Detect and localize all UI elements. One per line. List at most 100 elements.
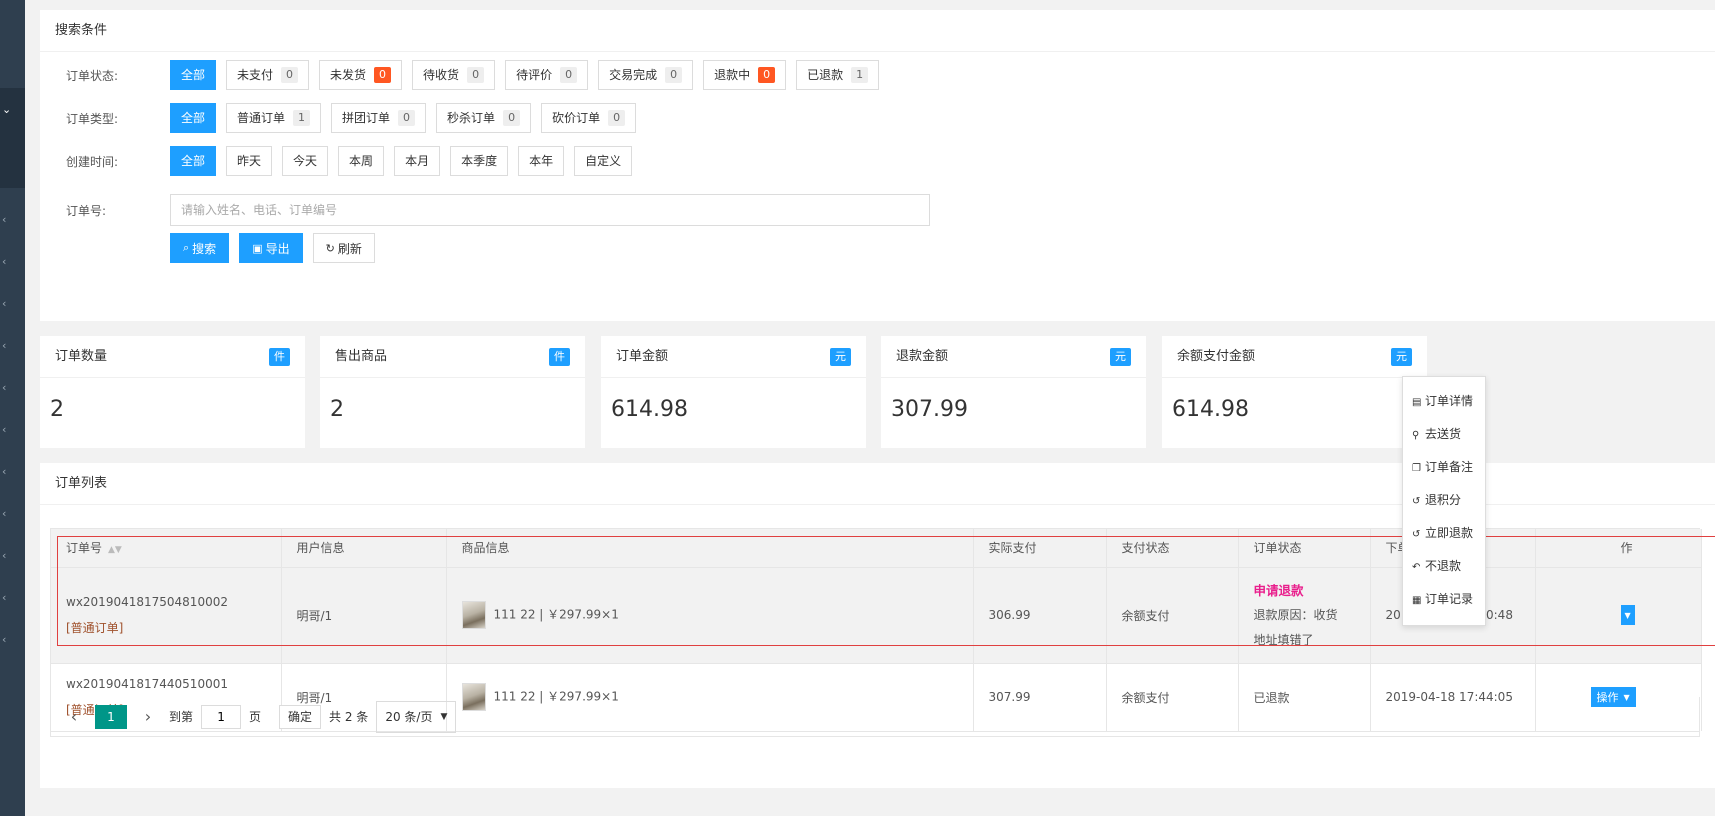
filter-option[interactable]: 本年 xyxy=(518,146,565,176)
filter-option[interactable]: 未支付 0 xyxy=(226,60,310,90)
chevron-left-icon[interactable]: ‹ xyxy=(2,592,6,604)
chevron-left-icon[interactable]: ‹ xyxy=(2,424,6,436)
filter-option[interactable]: 本季度 xyxy=(450,146,509,176)
next-page-button[interactable]: › xyxy=(135,707,161,726)
product-thumbnail[interactable] xyxy=(461,601,486,629)
filter-option[interactable]: 本周 xyxy=(338,146,385,176)
filter-option[interactable]: 拼团订单 0 xyxy=(331,103,427,133)
total-count: 共 2 条 xyxy=(329,710,369,724)
chevron-left-icon[interactable]: ‹ xyxy=(2,340,6,352)
filter-option[interactable]: 本月 xyxy=(394,146,441,176)
copy-icon: ❐ xyxy=(1412,463,1421,474)
stat-value: 2 xyxy=(50,397,64,422)
chevron-left-icon[interactable]: ‹ xyxy=(2,508,6,520)
filter-option-label: 未支付 xyxy=(237,68,274,82)
stat-title: 余额支付金额 xyxy=(1177,349,1256,364)
stat-title: 订单数量 xyxy=(55,349,108,364)
filter-option-label: 本年 xyxy=(529,154,554,168)
search-card-title: 搜索条件 xyxy=(40,10,1715,52)
filter-option-label: 普通订单 xyxy=(237,111,286,125)
stat-value: 614.98 xyxy=(611,397,688,422)
filter-option[interactable]: 已退款 1 xyxy=(796,60,880,90)
order-no-row: 订单号: xyxy=(40,194,930,226)
filter-option[interactable]: 全部 xyxy=(170,103,217,133)
paid-amount: 306.99 xyxy=(973,566,1107,663)
filter-option-label: 待收货 xyxy=(423,68,460,82)
filter-option[interactable]: 全部 xyxy=(170,60,217,90)
history-icon: ↺ xyxy=(1412,496,1421,507)
chevron-left-icon[interactable]: ‹ xyxy=(2,256,6,268)
menu-item-order-detail[interactable]: ▤ 订单详情 xyxy=(1403,385,1485,418)
refresh-button[interactable]: ↻ 刷新 xyxy=(312,233,375,263)
filter-option-label: 砍价订单 xyxy=(552,111,601,125)
count-badge: 1 xyxy=(293,110,311,126)
type-filter-options: 全部 普通订单 1 拼团订单 0 秒杀订单 0 砍价订单 0 xyxy=(170,103,646,133)
goto-confirm-button[interactable]: 确定 xyxy=(279,704,322,729)
goto-page-input[interactable] xyxy=(201,704,242,729)
menu-item-order-log[interactable]: ▦ 订单记录 xyxy=(1403,583,1485,616)
stat-value: 307.99 xyxy=(891,397,968,422)
caret-down-icon: ▼ xyxy=(440,711,448,722)
chevron-left-icon[interactable]: ‹ xyxy=(2,298,6,310)
chevron-left-icon[interactable]: ‹ xyxy=(2,466,6,478)
count-badge: 0 xyxy=(503,110,521,126)
menu-item-no-refund[interactable]: ↶ 不退款 xyxy=(1403,550,1485,583)
menu-item-refund-points[interactable]: ↺ 退积分 xyxy=(1403,484,1485,517)
filter-option[interactable]: 秒杀订单 0 xyxy=(436,103,532,133)
filter-option[interactable]: 今天 xyxy=(282,146,329,176)
undo-icon: ↶ xyxy=(1412,562,1421,573)
list-icon: ▦ xyxy=(1412,595,1422,606)
filter-option-label: 全部 xyxy=(181,154,206,168)
stat-title: 退款金额 xyxy=(896,349,949,364)
chevron-left-icon[interactable]: ‹ xyxy=(2,550,6,562)
filter-option[interactable]: 未发货 0 xyxy=(319,60,403,90)
filter-option[interactable]: 交易完成 0 xyxy=(598,60,694,90)
menu-item-order-remark[interactable]: ❐ 订单备注 xyxy=(1403,451,1485,484)
filter-option-label: 已退款 xyxy=(807,68,844,82)
action-dropdown-menu: ▤ 订单详情 ⚲ 去送货 ❐ 订单备注 ↺ 退积分 ↺ 立即退款 ↶ 不退款 ▦ 订单记录 xyxy=(1402,376,1486,626)
filter-option[interactable]: 普通订单 1 xyxy=(226,103,322,133)
order-type-link[interactable]: [普通订单] xyxy=(66,619,281,636)
time-filter-row: 创建时间: 全部 昨天 今天 本周 本月 本季度 本年 自定义 xyxy=(40,146,642,176)
filter-option[interactable]: 自定义 xyxy=(574,146,633,176)
stat-title: 订单金额 xyxy=(616,349,669,364)
prev-page-button[interactable]: ‹ xyxy=(61,707,87,726)
filter-option[interactable]: 待收货 0 xyxy=(412,60,496,90)
current-page[interactable]: 1 xyxy=(95,704,127,729)
filter-option-label: 秒杀订单 xyxy=(447,111,496,125)
chevron-left-icon[interactable]: ‹ xyxy=(2,214,6,226)
chevron-left-icon[interactable]: ‹ xyxy=(2,634,6,646)
order-no-input[interactable] xyxy=(170,194,930,226)
menu-item-ship[interactable]: ⚲ 去送货 xyxy=(1403,418,1485,451)
left-sidebar: ⌄ ‹ ‹ ‹ ‹ ‹ ‹ ‹ ‹ ‹ ‹ ‹ xyxy=(0,0,25,816)
filter-option-label: 今天 xyxy=(293,154,318,168)
stat-card-refund-amount: 退款金额 元 307.99 xyxy=(881,336,1146,448)
filter-option[interactable]: 昨天 xyxy=(226,146,273,176)
stat-unit-badge: 元 xyxy=(1391,348,1412,366)
col-header-order-status: 订单状态 xyxy=(1238,529,1371,567)
stat-unit-badge: 元 xyxy=(830,348,851,366)
stat-unit-badge: 元 xyxy=(1110,348,1131,366)
col-header-user: 用户信息 xyxy=(281,529,447,567)
search-button[interactable]: ⌕ 搜索 xyxy=(170,233,230,263)
chevron-left-icon[interactable]: ‹ xyxy=(2,382,6,394)
action-dropdown-button[interactable]: ▼ xyxy=(1620,605,1635,625)
filter-option[interactable]: 砍价订单 0 xyxy=(541,103,637,133)
filter-option[interactable]: 待评价 0 xyxy=(505,60,589,90)
col-header-product: 商品信息 xyxy=(446,529,974,567)
stat-unit-badge: 件 xyxy=(549,348,570,366)
sort-icon[interactable]: ▲▼ xyxy=(108,545,122,555)
page-size-select[interactable]: 20 条/页 ▼ xyxy=(376,700,457,733)
motorcycle-icon: ⚲ xyxy=(1412,430,1420,441)
export-button[interactable]: ▣ 导出 xyxy=(239,233,303,263)
filter-option[interactable]: 全部 xyxy=(170,146,217,176)
chevron-down-icon[interactable]: ⌄ xyxy=(2,104,11,116)
save-icon: ▣ xyxy=(252,241,263,255)
menu-item-refund-now[interactable]: ↺ 立即退款 xyxy=(1403,517,1485,550)
order-status: 申请退款 xyxy=(1253,582,1304,598)
filter-option-label: 昨天 xyxy=(237,154,262,168)
count-badge: 0 xyxy=(560,67,578,83)
col-header-order-no[interactable]: 订单号 ▲▼ xyxy=(51,529,282,567)
filter-option[interactable]: 退款中 0 xyxy=(703,60,787,90)
filter-option-label: 拼团订单 xyxy=(342,111,391,125)
